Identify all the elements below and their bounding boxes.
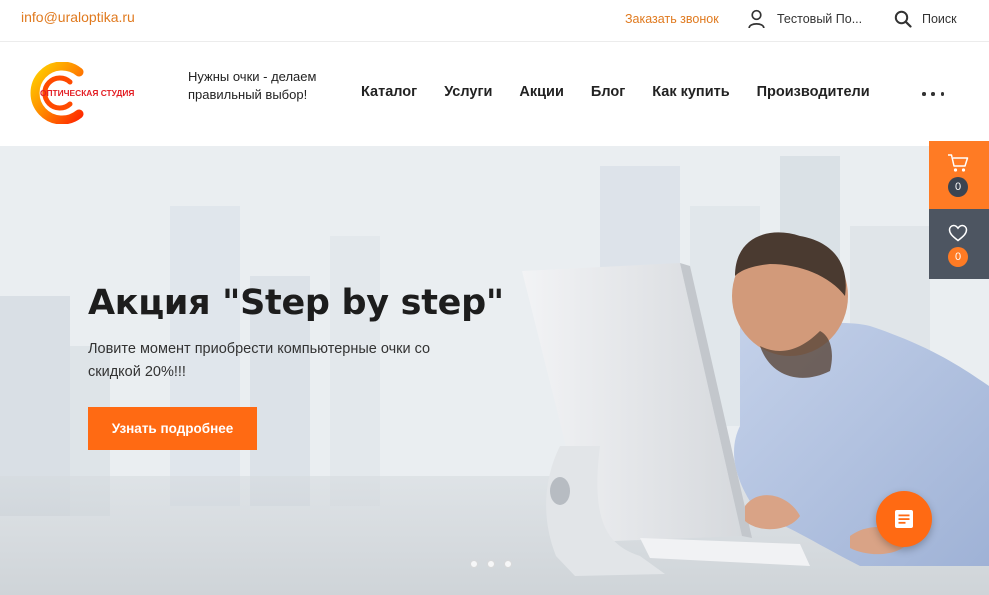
slider-dot-1[interactable]: [470, 560, 478, 568]
hero-subtitle: Ловите момент приобрести компьютерные оч…: [88, 341, 431, 380]
search-icon: [894, 10, 912, 28]
main-nav: Каталог Услуги Акции Блог Как купить Про…: [361, 84, 897, 100]
main-header: ОПТИЧЕСКАЯ СТУДИЯ Нужны очки - делаем пр…: [0, 42, 989, 146]
slider-dot-2[interactable]: [487, 560, 495, 568]
logo[interactable]: ОПТИЧЕСКАЯ СТУДИЯ: [26, 61, 156, 125]
search-label: Поиск: [922, 12, 957, 26]
cart-icon: [948, 154, 969, 172]
hero-banner: Акция "Step by step" Ловите момент приоб…: [0, 146, 989, 595]
chat-icon: [895, 510, 913, 528]
nav-blog[interactable]: Блог: [591, 84, 625, 100]
slider-dot-3[interactable]: [504, 560, 512, 568]
email-link[interactable]: info@uraloptika.ru: [21, 9, 135, 25]
logo-text: ОПТИЧЕСКАЯ СТУДИЯ: [40, 88, 134, 98]
nav-promotions[interactable]: Акции: [519, 84, 563, 100]
favorites-button[interactable]: 0: [929, 209, 989, 279]
nav-services[interactable]: Услуги: [444, 84, 492, 100]
favorites-count-badge: 0: [948, 247, 968, 267]
heart-icon: [948, 224, 968, 242]
cart-count-badge: 0: [948, 177, 968, 197]
hero-title: Акция "Step by step": [88, 283, 504, 323]
nav-catalog[interactable]: Каталог: [361, 84, 417, 100]
nav-manufacturers[interactable]: Производители: [757, 84, 870, 100]
cart-button[interactable]: 0: [929, 141, 989, 209]
top-bar: info@uraloptika.ru Заказать звонок Тесто…: [0, 0, 989, 42]
slider-dots: [470, 560, 521, 568]
search-button[interactable]: Поиск: [894, 8, 957, 30]
more-dots-icon[interactable]: [922, 92, 944, 98]
user-name: Тестовый По...: [777, 12, 863, 26]
tagline: Нужны очки - делаем правильный выбор!: [188, 69, 317, 102]
callback-link[interactable]: Заказать звонок: [625, 12, 719, 26]
user-menu[interactable]: Тестовый По...: [748, 8, 862, 30]
user-icon: [748, 9, 765, 29]
chat-button[interactable]: [876, 491, 932, 547]
learn-more-button[interactable]: Узнать подробнее: [88, 407, 257, 450]
nav-how-to-buy[interactable]: Как купить: [652, 84, 729, 100]
